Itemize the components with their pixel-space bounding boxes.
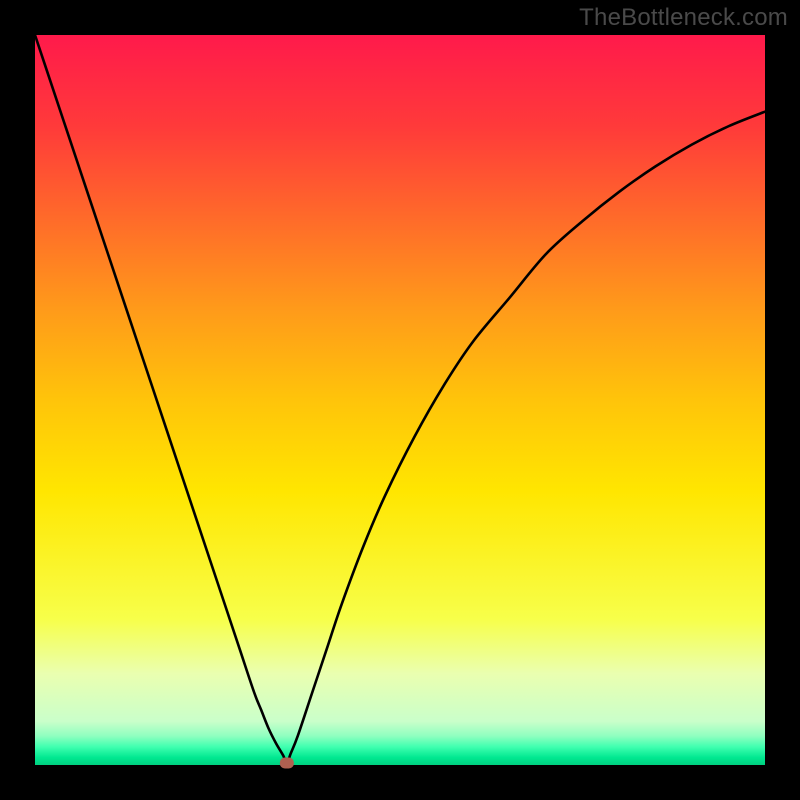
plot-background bbox=[35, 35, 765, 765]
watermark-label: TheBottleneck.com bbox=[579, 4, 788, 32]
chart-svg bbox=[0, 0, 800, 800]
optimal-marker bbox=[280, 758, 294, 769]
bottleneck-chart: TheBottleneck.com bbox=[0, 0, 800, 800]
